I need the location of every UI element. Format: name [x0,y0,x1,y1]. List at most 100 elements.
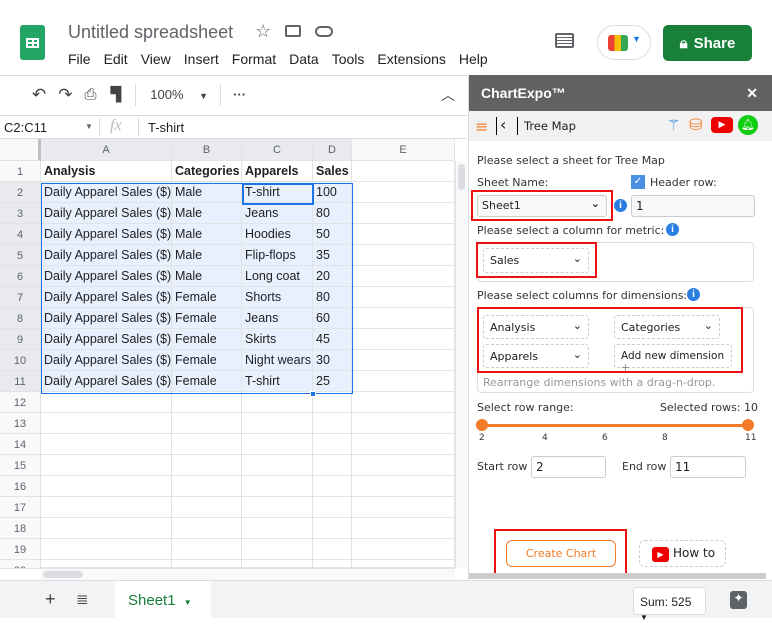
row-header[interactable]: 5 [0,245,41,266]
header-row-checkbox[interactable]: ✓ [631,175,645,189]
column-header-b[interactable]: B [172,139,242,161]
cell-c19[interactable] [242,539,313,560]
cell-c5[interactable]: Flip-flops [242,245,313,266]
horizontal-scrollbar[interactable] [41,568,455,580]
cloud-status-icon[interactable] [315,26,333,37]
column-header-d[interactable]: D [313,139,352,161]
cell-b20[interactable] [172,560,242,568]
select-all-corner[interactable] [0,139,41,161]
name-box-dropdown-icon[interactable]: ▼ [85,122,93,131]
row-header[interactable]: 15 [0,455,41,476]
cell-e20[interactable] [352,560,455,568]
cell-b19[interactable] [172,539,242,560]
cell-c11[interactable]: T-shirt [242,371,313,392]
cell-d1[interactable]: Sales [313,161,352,182]
share-button[interactable]: 🔒︎ Share [663,25,752,61]
vertical-scrollbar[interactable] [455,161,467,568]
cell-c15[interactable] [242,455,313,476]
cell-e7[interactable] [352,287,455,308]
cell-a14[interactable] [41,434,172,455]
cell-a1[interactable]: Analysis [41,161,172,182]
name-box[interactable]: C2:C11 [4,120,47,135]
cell-a4[interactable]: Daily Apparel Sales ($) [41,224,172,245]
row-header[interactable]: 4 [0,224,41,245]
print-icon[interactable]: ⎙ [85,86,97,103]
meet-button[interactable]: ▼ [597,25,651,60]
sum-indicator[interactable]: Sum: 525 ▼ [633,587,706,622]
cell-a19[interactable] [41,539,172,560]
row-header[interactable]: 17 [0,497,41,518]
cell-e8[interactable] [352,308,455,329]
row-header[interactable]: 7 [0,287,41,308]
cell-b6[interactable]: Male [172,266,242,287]
cell-d2[interactable]: 100 [313,182,352,203]
add-dimension-button[interactable]: Add new dimension + [614,344,732,374]
cell-e4[interactable] [352,224,455,245]
row-header[interactable]: 18 [0,518,41,539]
cell-c20[interactable] [242,560,313,568]
row-header[interactable]: 19 [0,539,41,560]
explore-icon[interactable]: ✦ [730,591,747,609]
how-to-button[interactable]: ▶ How to [639,540,726,567]
cell-e6[interactable] [352,266,455,287]
column-header-e[interactable]: E [352,139,455,161]
cell-d17[interactable] [313,497,352,518]
cell-c4[interactable]: Hoodies [242,224,313,245]
cell-e18[interactable] [352,518,455,539]
zoom-select[interactable]: 100% ▼ [150,87,208,102]
row-header[interactable]: 3 [0,203,41,224]
info-icon[interactable]: i [666,223,679,236]
menu-data[interactable]: Data [289,51,319,67]
row-header[interactable]: 13 [0,413,41,434]
cell-a6[interactable]: Daily Apparel Sales ($) [41,266,172,287]
cell-a11[interactable]: Daily Apparel Sales ($) [41,371,172,392]
row-header[interactable]: 14 [0,434,41,455]
hamburger-menu-icon[interactable]: ≡ [475,117,488,136]
cell-e9[interactable] [352,329,455,350]
cell-e5[interactable] [352,245,455,266]
cell-b11[interactable]: Female [172,371,242,392]
menu-file[interactable]: File [68,51,91,67]
menu-edit[interactable]: Edit [104,51,128,67]
end-row-input[interactable]: 11 [670,456,746,478]
info-icon[interactable]: i [687,288,700,301]
add-data-icon[interactable]: ⛁ [689,115,702,134]
row-header[interactable]: 2 [0,182,41,203]
cell-b12[interactable] [172,392,242,413]
cell-c3[interactable]: Jeans [242,203,313,224]
move-folder-icon[interactable] [285,25,301,37]
cell-d19[interactable] [313,539,352,560]
cell-d4[interactable]: 50 [313,224,352,245]
cell-d6[interactable]: 20 [313,266,352,287]
cell-c7[interactable]: Shorts [242,287,313,308]
cell-b14[interactable] [172,434,242,455]
more-icon[interactable]: ··· [233,87,246,102]
row-header[interactable]: 16 [0,476,41,497]
cell-b3[interactable]: Male [172,203,242,224]
cell-a15[interactable] [41,455,172,476]
cell-a8[interactable]: Daily Apparel Sales ($) [41,308,172,329]
cell-b9[interactable]: Female [172,329,242,350]
menu-insert[interactable]: Insert [184,51,219,67]
cell-b4[interactable]: Male [172,224,242,245]
cell-e1[interactable] [352,161,455,182]
cell-e12[interactable] [352,392,455,413]
cell-c17[interactable] [242,497,313,518]
formula-input[interactable]: T-shirt [148,120,184,135]
star-icon[interactable]: ☆ [255,21,271,42]
cell-c14[interactable] [242,434,313,455]
row-header[interactable]: 11 [0,371,41,392]
row-range-slider[interactable] [482,424,748,427]
comments-icon[interactable] [555,33,574,48]
cell-a20[interactable] [41,560,172,568]
cell-d13[interactable] [313,413,352,434]
cell-e17[interactable] [352,497,455,518]
menu-help[interactable]: Help [459,51,488,67]
cell-a13[interactable] [41,413,172,434]
create-chart-button[interactable]: Create Chart [506,540,616,567]
cell-d5[interactable]: 35 [313,245,352,266]
collapse-icon[interactable]: ︿ [441,85,455,105]
cell-b7[interactable]: Female [172,287,242,308]
row-header[interactable]: 10 [0,350,41,371]
cell-d20[interactable] [313,560,352,568]
